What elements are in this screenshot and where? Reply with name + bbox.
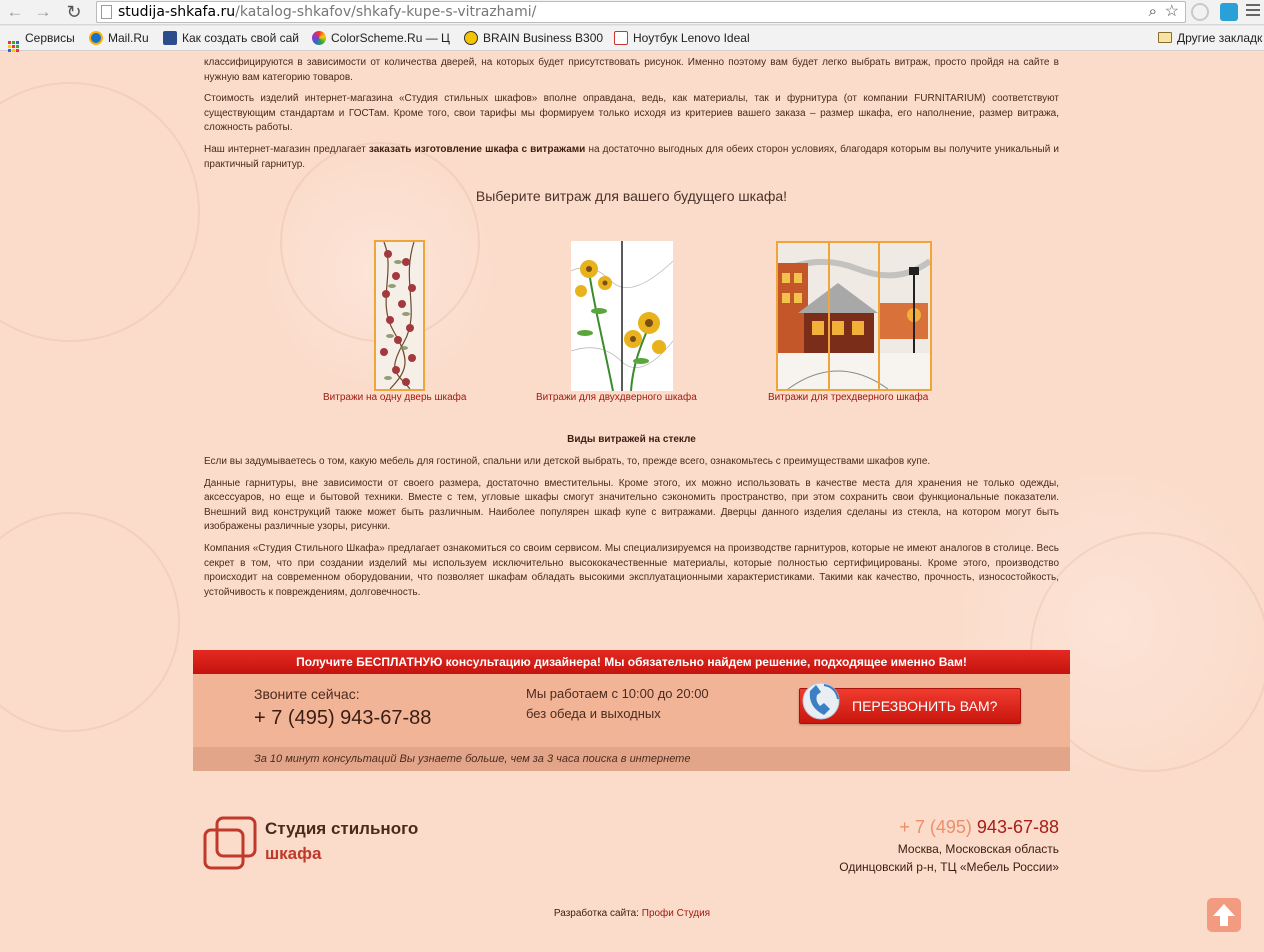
adblock-icon[interactable] (1191, 3, 1209, 21)
bookmark-label: Mail.Ru (108, 31, 149, 45)
types-text: Если вы задумываетесь о том, какую мебел… (204, 455, 1059, 607)
types-paragraph-3: Компания «Студия Стильного Шкафа» предла… (204, 542, 1059, 598)
developer-credit: Разработка сайта: Профи Студия (0, 908, 1264, 919)
footer-address-city: Москва, Московская область (897, 842, 1059, 856)
reload-icon[interactable]: ↻ (63, 1, 85, 23)
consultation-body: Звоните сейчас: + 7 (495) 943-67-88 Мы р… (193, 674, 1070, 747)
bookmark-brain[interactable]: BRAIN Business B300 (464, 29, 603, 47)
footer-phone-code: + 7 (495) (899, 817, 972, 837)
callback-button-label: ПЕРЕЗВОНИТЬ ВАМ? (852, 698, 998, 714)
callback-button[interactable]: ПЕРЕЗВОНИТЬ ВАМ? (799, 682, 1021, 724)
extension-icon[interactable] (1220, 3, 1238, 21)
bookmark-site[interactable]: Как создать свой сай (163, 29, 299, 47)
apps-grid-icon (8, 41, 19, 52)
bookmark-label: Сервисы (25, 31, 75, 45)
vitrazh-two-door-image[interactable] (571, 241, 673, 391)
vitrazh-two-door-link[interactable]: Витражи для двухдверного шкафа (536, 392, 697, 403)
types-paragraph-2: Данные гарнитуры, вне зависимости от сво… (204, 477, 1059, 533)
choose-title: Выберите витраж для вашего будущего шкаф… (475, 188, 788, 204)
mailru-icon (89, 31, 103, 45)
url-path: /katalog-shkafov/shkafy-kupe-s-vitrazham… (235, 4, 537, 20)
lenovo-icon (614, 31, 628, 45)
folder-icon (1158, 32, 1172, 43)
decor-ring (0, 82, 200, 342)
vitrazh-one-door-link[interactable]: Витражи на одну дверь шкафа (323, 392, 466, 403)
intro-p3-bold: заказать изготовление шкафа с витражами (368, 143, 586, 155)
bookmark-mailru[interactable]: Mail.Ru (89, 29, 149, 47)
page-viewport: классифицируются в зависимости от количе… (0, 52, 1264, 952)
working-hours: Мы работаем с 10:00 до 20:00 (526, 686, 709, 701)
url-text[interactable]: studija-shkafa.ru/katalog-shkafov/shkafy… (118, 3, 536, 22)
bookmark-label: ColorScheme.Ru — Ц (331, 31, 450, 45)
vitrazh-three-door-link[interactable]: Витражи для трехдверного шкафа (768, 392, 928, 403)
brain-icon (464, 31, 478, 45)
consultation-band: Получите БЕСПЛАТНУЮ консультацию дизайне… (193, 650, 1070, 771)
bookmarks-bar: Сервисы Mail.Ru Как создать свой сай Col… (0, 26, 1264, 52)
address-bar[interactable]: studija-shkafa.ru/katalog-shkafov/shkafy… (96, 1, 1186, 23)
url-host: studija-shkafa.ru (118, 4, 236, 20)
intro-paragraph-2: Стоимость изделий интернет-магазина «Сту… (204, 93, 1059, 134)
site-icon (163, 31, 177, 45)
intro-text: классифицируются в зависимости от количе… (204, 56, 1059, 179)
back-arrow-icon[interactable]: ← (4, 1, 26, 23)
menu-icon[interactable] (1246, 4, 1260, 19)
bookmark-label: BRAIN Business B300 (483, 31, 604, 45)
logo-title[interactable]: Студия стильного (265, 819, 418, 839)
footer-phone[interactable]: + 7 (495) 943-67-88 (899, 817, 1059, 838)
decor-ring (0, 512, 180, 732)
phone-handset-icon (802, 682, 840, 720)
types-paragraph-1: Если вы задумываетесь о том, какую мебел… (204, 456, 931, 467)
other-bookmarks-label: Другие закладк (1177, 31, 1263, 45)
developer-label: Разработка сайта: (553, 908, 639, 919)
intro-paragraph-3: Наш интернет-магазин предлагает заказать… (204, 143, 1059, 172)
developer-link[interactable]: Профи Студия (642, 908, 710, 919)
intro-p3-lead: Наш интернет-магазин предлагает (204, 143, 369, 155)
call-label: Звоните сейчас: (254, 686, 360, 702)
bookmark-star-icon[interactable]: ☆ (1165, 2, 1179, 22)
forward-arrow-icon[interactable]: → (32, 1, 54, 23)
footer-phone-number: 943-67-88 (976, 817, 1059, 837)
logo-subtitle[interactable]: шкафа (265, 844, 321, 864)
bookmark-services[interactable]: Сервисы (8, 29, 75, 52)
intro-paragraph-1: классифицируются в зависимости от количе… (204, 57, 1059, 83)
zoom-icon[interactable]: ⌕ (1149, 2, 1157, 22)
footer-address-mall: Одинцовский р-н, ТЦ «Мебель России» (839, 860, 1059, 874)
browser-toolbar: ← → ↻ studija-shkafa.ru/katalog-shkafov/… (0, 0, 1264, 25)
logo-icon[interactable] (203, 816, 257, 870)
bookmark-label: Ноутбук Lenovo Ideal (633, 31, 750, 45)
page-icon (101, 5, 112, 19)
colorscheme-icon (312, 31, 326, 45)
bookmark-lenovo[interactable]: Ноутбук Lenovo Ideal (614, 29, 750, 47)
call-phone[interactable]: + 7 (495) 943-67-88 (254, 707, 431, 730)
vitrazh-one-door-image[interactable] (374, 240, 425, 391)
scroll-to-top-button[interactable] (1207, 898, 1241, 932)
consultation-headline: Получите БЕСПЛАТНУЮ консультацию дизайне… (193, 650, 1070, 674)
other-bookmarks[interactable]: Другие закладк (1158, 29, 1262, 47)
section-title: Виды витражей на стекле (567, 434, 696, 445)
bookmark-label: Как создать свой сай (182, 31, 299, 45)
working-days: без обеда и выходных (526, 706, 661, 721)
consultation-tagline: За 10 минут консультаций Вы узнаете боль… (193, 747, 1070, 771)
vitrazh-three-door-image[interactable] (776, 241, 932, 391)
bookmark-colorscheme[interactable]: ColorScheme.Ru — Ц (312, 29, 450, 47)
arrow-up-icon (1213, 904, 1235, 926)
